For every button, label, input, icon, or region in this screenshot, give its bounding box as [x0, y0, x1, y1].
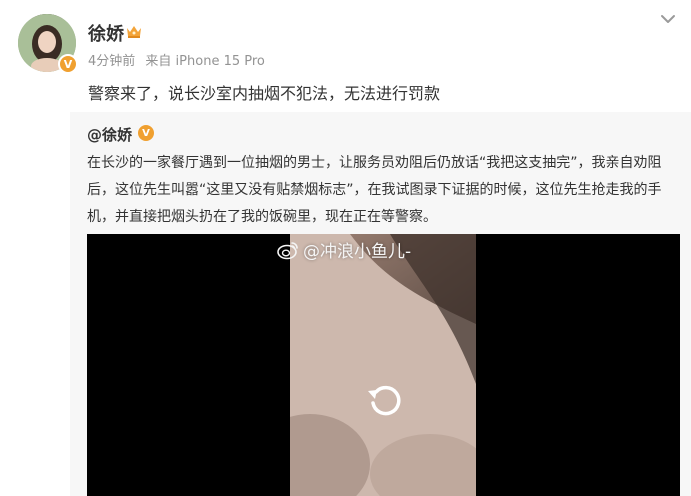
video-frame [290, 234, 476, 496]
repost-author[interactable]: @徐娇 [87, 124, 132, 145]
post-text: 警察来了，说长沙室内抽烟不犯法，无法进行罚款 [88, 84, 441, 103]
repost-body: 在长沙的一家餐厅遇到一位抽烟的男士，让服务员劝阻后仍放话“我把这支抽完”，我亲自… [87, 155, 662, 225]
repost-verified-badge-icon: V [138, 125, 154, 141]
username[interactable]: 徐娇 [88, 20, 124, 46]
chevron-down-icon[interactable] [659, 12, 677, 26]
post-meta: 4分钟前 来自 iPhone 15 Pro [88, 50, 271, 69]
avatar[interactable]: V [18, 14, 78, 74]
crown-icon [127, 26, 141, 38]
video-watermark: @冲浪小鱼儿- [277, 237, 411, 262]
time-ago: 4分钟前 [88, 54, 136, 69]
verified-badge-icon: V [58, 54, 78, 74]
weibo-logo-icon [277, 242, 298, 260]
post-source: 来自 iPhone 15 Pro [145, 54, 265, 69]
repost-card[interactable]: @徐娇 V 在长沙的一家餐厅遇到一位抽烟的男士，让服务员劝阻后仍放话“我把这支抽… [70, 112, 691, 496]
video-thumbnail [290, 234, 476, 496]
video-player[interactable]: @冲浪小鱼儿- [87, 234, 680, 496]
replay-icon[interactable] [364, 379, 406, 421]
watermark-text: @冲浪小鱼儿- [303, 242, 412, 262]
post-header: V 徐娇 4分钟前 来自 iPhone 15 Pro 警察来了，说长沙室内抽烟不… [0, 0, 691, 112]
